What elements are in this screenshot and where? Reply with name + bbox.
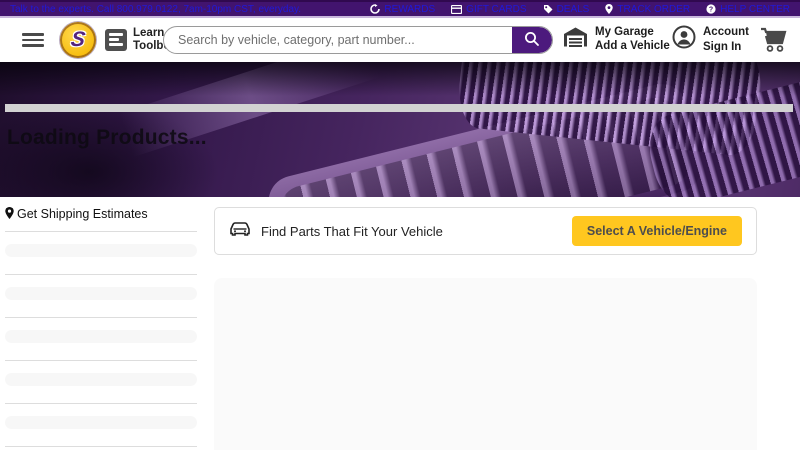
help-center-link[interactable]: ? HELP CENTER: [706, 4, 790, 15]
garage-icon: [563, 26, 588, 53]
track-order-link[interactable]: TRACK ORDER: [605, 4, 690, 15]
loading-products-text: Loading Products...: [7, 126, 207, 150]
sidebar-divider: [5, 446, 197, 447]
svg-text:?: ?: [709, 6, 713, 13]
cart-icon: [760, 40, 788, 57]
gift-cards-label: GIFT CARDS: [466, 4, 526, 15]
account-line1: Account: [703, 25, 749, 39]
learn-toolbox-icon[interactable]: [105, 29, 127, 51]
sidebar-divider: [5, 360, 197, 361]
rewards-link[interactable]: REWARDS: [370, 4, 435, 15]
loading-progress-bar: [5, 104, 793, 112]
sidebar-skeleton-bar: [5, 244, 197, 257]
rewards-label: REWARDS: [384, 4, 435, 15]
fit-vehicle-text: Find Parts That Fit Your Vehicle: [261, 224, 443, 239]
gift-cards-link[interactable]: GIFT CARDS: [451, 4, 526, 15]
track-order-icon: [605, 4, 613, 14]
topbar-links: REWARDS GIFT CARDS DEALS TRACK ORDER ? H…: [370, 4, 790, 15]
sidebar-skeleton-bar: [5, 287, 197, 300]
search-bar: [163, 26, 553, 54]
garage-line2: Add a Vehicle: [595, 39, 670, 53]
cart-button[interactable]: [760, 27, 790, 53]
car-icon: [229, 221, 251, 242]
search-icon: [524, 31, 540, 50]
hero-image-layer: [0, 62, 800, 96]
speedway-logo[interactable]: S: [60, 22, 96, 58]
phone-link[interactable]: Talk to the experts. Call 800.979.0122, …: [10, 4, 301, 15]
page: Talk to the experts. Call 800.979.0122, …: [0, 0, 800, 450]
main-panel: Find Parts That Fit Your Vehicle Select …: [214, 197, 757, 450]
gift-cards-icon: [451, 5, 462, 14]
sidebar-divider: [5, 274, 197, 275]
logo-letter: S: [69, 28, 86, 52]
sidebar-skeleton-bar: [5, 330, 197, 343]
select-vehicle-engine-button[interactable]: Select A Vehicle/Engine: [572, 216, 742, 246]
location-pin-icon: [5, 207, 14, 222]
deals-link[interactable]: DEALS: [543, 4, 590, 15]
sidebar-skeleton-bar: [5, 373, 197, 386]
products-loading-skeleton: [214, 278, 757, 450]
account-line2: Sign In: [703, 40, 749, 54]
get-shipping-estimates-label: Get Shipping Estimates: [17, 207, 148, 221]
deals-label: DEALS: [557, 4, 590, 15]
my-garage-button[interactable]: My Garage Add a Vehicle: [563, 25, 670, 54]
help-center-icon: ?: [706, 4, 716, 14]
rewards-icon: [370, 4, 380, 14]
sidebar-divider: [5, 317, 197, 318]
garage-line1: My Garage: [595, 25, 670, 39]
deals-icon: [543, 4, 553, 14]
sidebar-skeleton-list: [5, 231, 197, 450]
account-button[interactable]: Account Sign In: [672, 25, 749, 54]
sidebar-skeleton-bar: [5, 416, 197, 429]
help-center-label: HELP CENTER: [720, 4, 790, 15]
hero-banner: Loading Products...: [0, 62, 800, 197]
search-button[interactable]: [512, 27, 552, 53]
content-area: Get Shipping Estimates Find Parts That F…: [0, 197, 800, 450]
top-utility-bar: Talk to the experts. Call 800.979.0122, …: [0, 0, 800, 16]
sidebar-divider: [5, 403, 197, 404]
account-icon: [672, 25, 696, 54]
get-shipping-estimates-link[interactable]: Get Shipping Estimates: [5, 206, 197, 222]
filters-sidebar: Get Shipping Estimates: [5, 197, 197, 450]
search-input[interactable]: [164, 27, 512, 53]
fit-vehicle-card: Find Parts That Fit Your Vehicle Select …: [214, 207, 757, 255]
hamburger-menu-icon[interactable]: [22, 33, 44, 47]
sidebar-divider: [5, 231, 197, 232]
main-header: S Learn Toolbo: My Garage Add a Vehicle: [0, 18, 800, 62]
track-order-label: TRACK ORDER: [617, 4, 690, 15]
